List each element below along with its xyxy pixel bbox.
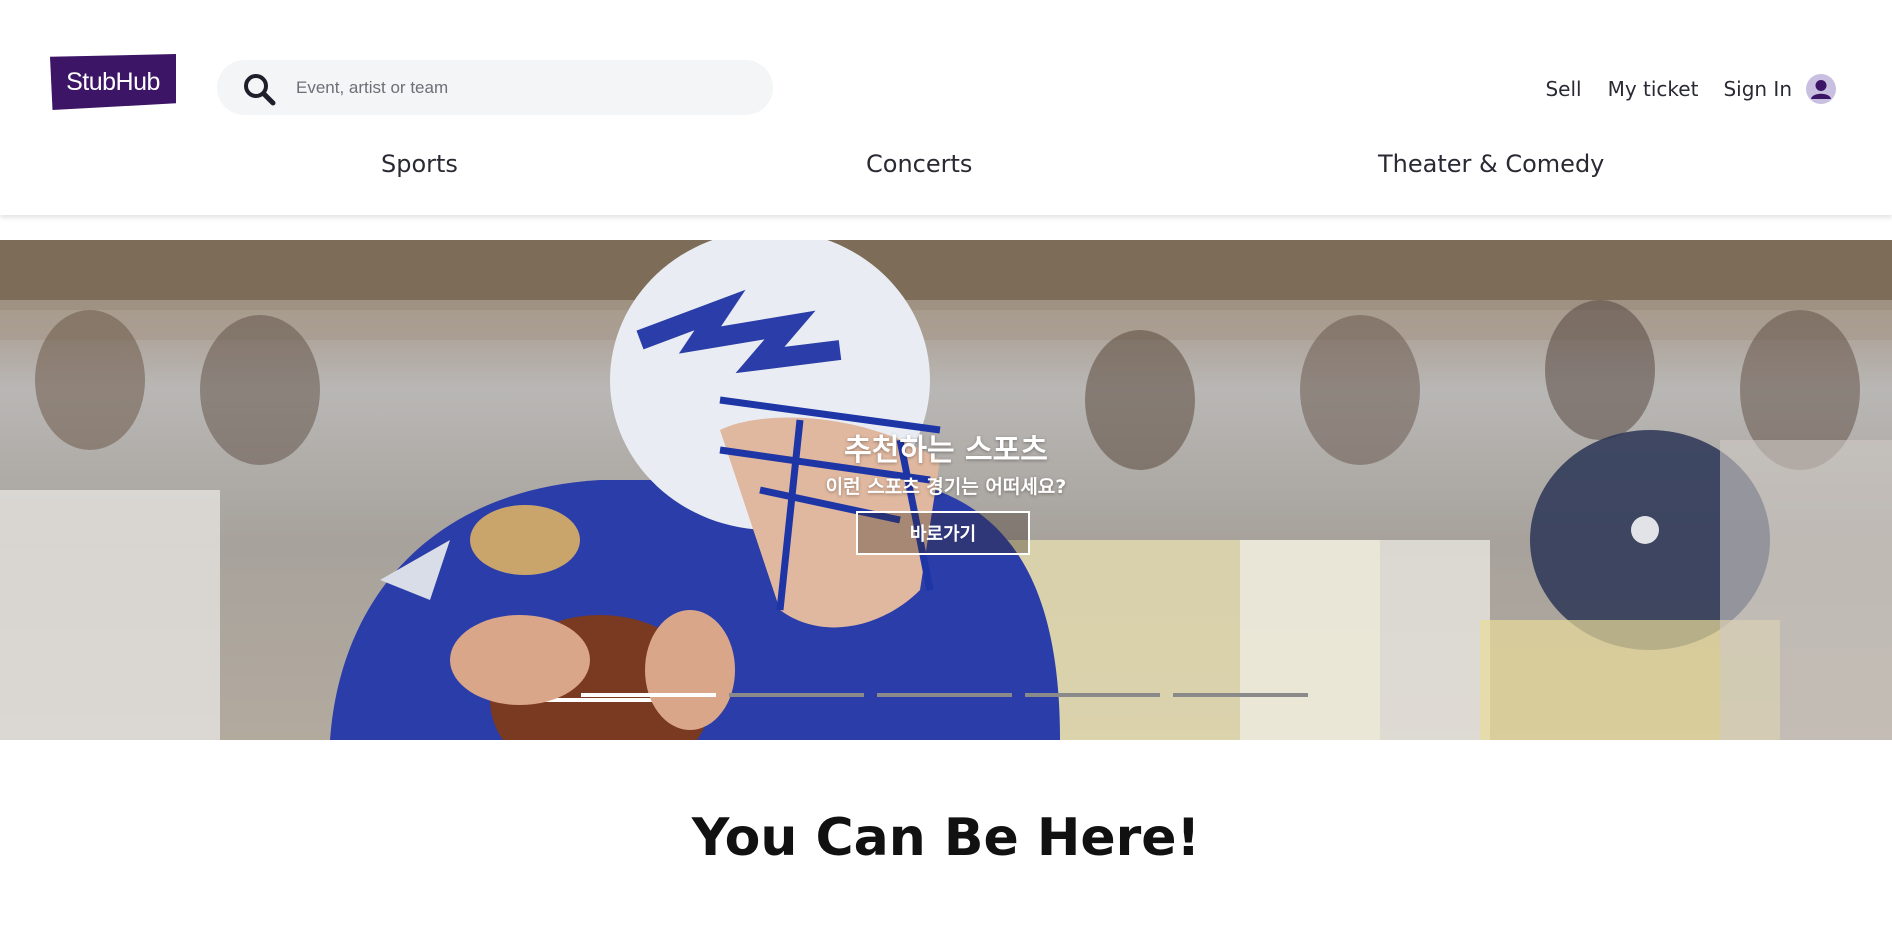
site-header: StubHub Sell My ticket Sign In Sports Co…: [0, 0, 1892, 215]
carousel-indicator-2[interactable]: [729, 693, 864, 697]
top-nav: Sell My ticket Sign In: [1545, 74, 1836, 104]
carousel-indicator-1[interactable]: [581, 693, 716, 697]
nav-sign-in-link[interactable]: Sign In: [1723, 77, 1792, 101]
search-input[interactable]: [294, 68, 758, 108]
section-title: You Can Be Here!: [691, 808, 1201, 868]
nav-my-ticket-link[interactable]: My ticket: [1608, 77, 1699, 101]
user-icon[interactable]: [1806, 74, 1836, 104]
category-tab-sports[interactable]: Sports: [381, 150, 458, 178]
carousel-indicator-3[interactable]: [877, 693, 1012, 697]
stubhub-logo[interactable]: StubHub: [50, 54, 176, 110]
carousel-indicator-5[interactable]: [1173, 693, 1308, 697]
category-tab-theater-comedy[interactable]: Theater & Comedy: [1378, 150, 1604, 178]
nav-sell-link[interactable]: Sell: [1545, 77, 1581, 101]
logo-text: StubHub: [66, 67, 160, 96]
carousel-indicator-4[interactable]: [1025, 693, 1160, 697]
hero-cta-button[interactable]: 바로가기: [856, 511, 1030, 555]
carousel-indicators: [581, 693, 1321, 697]
hero-title: 추천하는 스포츠: [844, 433, 1048, 468]
search-bar: [217, 60, 773, 115]
category-nav: Sports Concerts Theater & Comedy: [0, 150, 1892, 190]
hero-subtitle: 이런 스포츠 경기는 어떠세요?: [825, 476, 1067, 498]
category-tab-concerts[interactable]: Concerts: [866, 150, 972, 178]
search-icon[interactable]: [243, 73, 277, 107]
hero-carousel: 추천하는 스포츠 이런 스포츠 경기는 어떠세요? 바로가기: [0, 240, 1892, 740]
